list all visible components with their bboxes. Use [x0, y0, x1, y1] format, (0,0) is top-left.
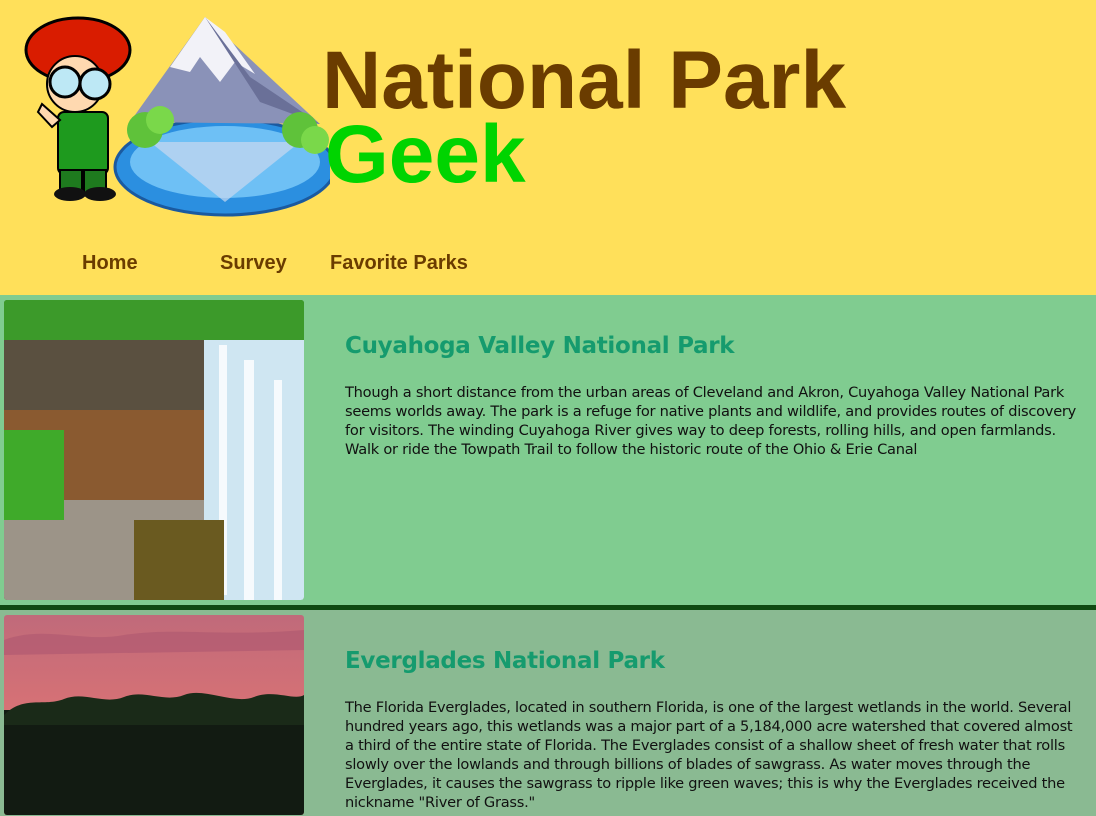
- site-header: National Park Geek Home Survey Favorite …: [0, 0, 1096, 295]
- park-title: Cuyahoga Valley National Park: [345, 333, 735, 359]
- park-description: The Florida Everglades, located in south…: [345, 699, 1073, 811]
- nav-home[interactable]: Home: [82, 252, 138, 275]
- waterfall-photo: [4, 300, 304, 600]
- park-description: Though a short distance from the urban a…: [345, 384, 1077, 458]
- park-card-cuyahoga: Cuyahoga Valley National Park Though a s…: [0, 295, 1096, 610]
- nav-survey[interactable]: Survey: [220, 252, 287, 275]
- nav-favorite-parks[interactable]: Favorite Parks: [330, 252, 468, 275]
- park-title: Everglades National Park: [345, 648, 665, 674]
- park-card-everglades: Everglades National Park The Florida Eve…: [0, 610, 1096, 816]
- sunset-forest-photo: [4, 615, 304, 815]
- site-title-line2: Geek: [325, 109, 526, 200]
- mascot-mountain-logo[interactable]: [20, 12, 337, 217]
